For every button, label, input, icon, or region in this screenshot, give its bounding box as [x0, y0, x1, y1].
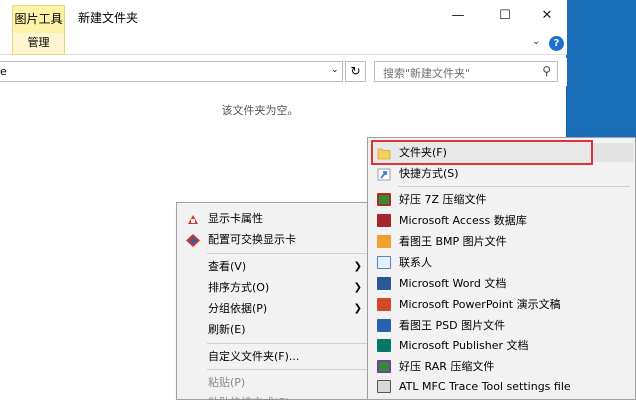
- new-shortcut-item[interactable]: 快捷方式(S): [368, 163, 635, 184]
- menu-item-customize-folder[interactable]: 自定义文件夹(F)...: [177, 346, 370, 367]
- search-icon[interactable]: ⚲: [542, 64, 551, 78]
- haozip-rar-icon: [377, 360, 391, 373]
- search-input[interactable]: 搜索"新建文件夹" ⚲: [374, 61, 558, 82]
- folder-icon: [377, 146, 391, 160]
- context-menu: 显示卡属性 配置可交换显示卡 查看(V) ❯ 排序方式(O) ❯ 分组依据(P)…: [176, 202, 371, 400]
- new-access-item[interactable]: Microsoft Access 数据库: [368, 210, 635, 231]
- menu-item-group-by[interactable]: 分组依据(P) ❯: [177, 298, 370, 319]
- new-contact-item[interactable]: 联系人: [368, 252, 635, 273]
- new-powerpoint-item[interactable]: Microsoft PowerPoint 演示文稿: [368, 294, 635, 315]
- refresh-icon: ↻: [350, 64, 361, 78]
- menu-item-refresh[interactable]: 刷新(E): [177, 319, 370, 340]
- menu-item-display-properties[interactable]: 显示卡属性: [177, 208, 370, 229]
- empty-folder-message: 该文件夹为空。: [221, 104, 299, 117]
- atl-trace-icon: [377, 380, 391, 393]
- close-button[interactable]: ✕: [532, 6, 562, 28]
- submenu-arrow-icon: ❯: [353, 303, 362, 314]
- new-atl-trace-item[interactable]: ATL MFC Trace Tool settings file: [368, 376, 635, 397]
- search-placeholder: 搜索"新建文件夹": [383, 67, 471, 80]
- bmp-icon: [377, 235, 391, 248]
- new-folder-item[interactable]: 文件夹(F): [368, 142, 635, 163]
- window-title: 新建文件夹: [78, 11, 139, 25]
- contact-icon: [377, 256, 391, 269]
- new-submenu: 文件夹(F) 快捷方式(S) 好压 7Z 压缩文件 Microsoft Acce…: [367, 137, 636, 400]
- display-properties-icon: [186, 212, 200, 225]
- tab-manage[interactable]: 管理: [12, 33, 65, 55]
- new-7z-item[interactable]: 好压 7Z 压缩文件: [368, 189, 635, 210]
- address-dropdown-icon[interactable]: ⌄: [331, 65, 339, 75]
- help-icon[interactable]: ?: [549, 36, 564, 51]
- maximize-button[interactable]: ☐: [490, 6, 520, 28]
- menu-item-switchable-graphics[interactable]: 配置可交换显示卡: [177, 229, 370, 250]
- word-icon: [377, 277, 391, 290]
- menu-separator: [207, 343, 367, 344]
- picture-tools-tab[interactable]: 图片工具: [12, 5, 65, 33]
- menu-separator: [398, 186, 630, 187]
- new-rar-item[interactable]: 好压 RAR 压缩文件: [368, 356, 635, 377]
- powerpoint-icon: [377, 298, 391, 311]
- menu-item-view[interactable]: 查看(V) ❯: [177, 256, 370, 277]
- switchable-graphics-icon: [186, 233, 200, 247]
- new-publisher-item[interactable]: Microsoft Publisher 文档: [368, 335, 635, 356]
- access-icon: [377, 214, 391, 227]
- menu-item-sort-by[interactable]: 排序方式(O) ❯: [177, 277, 370, 298]
- title-bar: 图片工具 新建文件夹 — ☐ ✕: [0, 0, 567, 33]
- minimize-button[interactable]: —: [443, 6, 473, 28]
- address-row: e ⌄ ↻ 搜索"新建文件夹" ⚲: [0, 58, 567, 86]
- menu-separator: [207, 253, 367, 254]
- psd-icon: [377, 319, 391, 332]
- shortcut-icon: [377, 167, 391, 181]
- address-text: e: [0, 65, 7, 78]
- address-bar[interactable]: e ⌄: [0, 61, 343, 82]
- menu-separator: [207, 369, 367, 370]
- haozip-7z-icon: [377, 193, 391, 206]
- ribbon: 管理 ⌄ ?: [0, 33, 567, 55]
- submenu-arrow-icon: ❯: [353, 261, 362, 272]
- submenu-arrow-icon: ❯: [353, 282, 362, 293]
- new-word-item[interactable]: Microsoft Word 文档: [368, 273, 635, 294]
- menu-item-paste: 粘贴(P): [208, 376, 246, 389]
- refresh-button[interactable]: ↻: [345, 61, 366, 82]
- new-bmp-item[interactable]: 看图王 BMP 图片文件: [368, 231, 635, 252]
- publisher-icon: [377, 339, 391, 352]
- new-psd-item[interactable]: 看图王 PSD 图片文件: [368, 315, 635, 336]
- menu-item-paste-shortcut: 粘贴快捷方式(S): [177, 392, 370, 400]
- ribbon-expand-chevron-icon[interactable]: ⌄: [532, 36, 540, 47]
